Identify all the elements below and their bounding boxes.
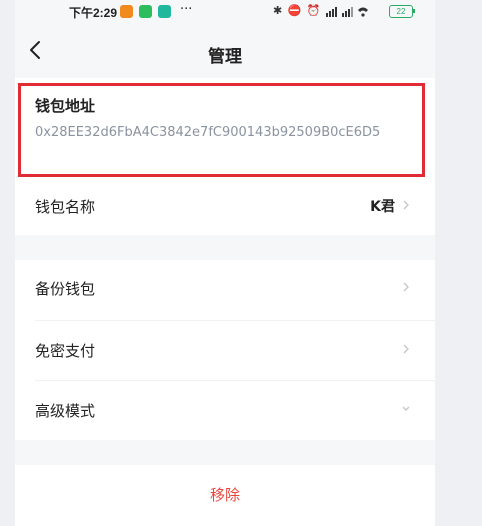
- wallet-actions-card: 备份钱包 免密支付 高级模式: [15, 260, 435, 440]
- nav-bar: 管理: [15, 28, 435, 76]
- more-notifications-icon: ···: [180, 2, 193, 17]
- wechat-notification-icon: [138, 5, 152, 18]
- status-time: 下午2:29: [69, 6, 118, 20]
- notification-icons: [120, 4, 173, 18]
- signal-icon: [326, 6, 369, 17]
- battery-tip: [413, 9, 415, 13]
- password-free-pay-label: 免密支付: [35, 342, 96, 360]
- chevron-right-icon: [403, 200, 409, 210]
- advanced-mode-label: 高级模式: [35, 402, 96, 420]
- wallet-name-value: K君: [370, 199, 395, 215]
- status-bar: 下午2:29 ··· ✱ ⛔ ⏰ 22: [15, 0, 435, 22]
- password-free-pay-row[interactable]: 免密支付: [15, 322, 435, 378]
- wallet-address-label: 钱包地址: [35, 97, 96, 115]
- message-notification-icon: [157, 5, 171, 18]
- row-divider: [35, 320, 435, 321]
- page-title: 管理: [208, 47, 242, 67]
- chevron-down-icon: [402, 406, 410, 411]
- remove-card: 移除: [15, 465, 435, 526]
- wallet-name-row[interactable]: 钱包名称 K君: [15, 178, 435, 234]
- chevron-right-icon: [403, 344, 409, 354]
- phone-screen: 下午2:29 ··· ✱ ⛔ ⏰ 22 管理 钱包地址 0x28EE32d6Fb…: [15, 0, 435, 526]
- wallet-name-label: 钱包名称: [35, 198, 96, 216]
- system-icons-text: ✱ ⛔ ⏰: [273, 4, 322, 17]
- app-notification-icon: [120, 5, 133, 18]
- advanced-mode-row[interactable]: 高级模式: [15, 382, 435, 438]
- system-status-icons: ✱ ⛔ ⏰: [273, 4, 370, 17]
- wallet-info-card: 钱包地址 0x28EE32d6FbA4C3842e7fC900143b92509…: [15, 78, 435, 235]
- backup-wallet-label: 备份钱包: [35, 280, 96, 298]
- chevron-right-icon: [403, 282, 409, 292]
- wallet-address-value[interactable]: 0x28EE32d6FbA4C3842e7fC900143b92509B0cE6…: [35, 123, 415, 143]
- battery-icon: 22: [389, 5, 413, 18]
- remove-wallet-button[interactable]: 移除: [15, 465, 435, 526]
- backup-wallet-row[interactable]: 备份钱包: [15, 260, 435, 316]
- row-divider: [35, 380, 435, 381]
